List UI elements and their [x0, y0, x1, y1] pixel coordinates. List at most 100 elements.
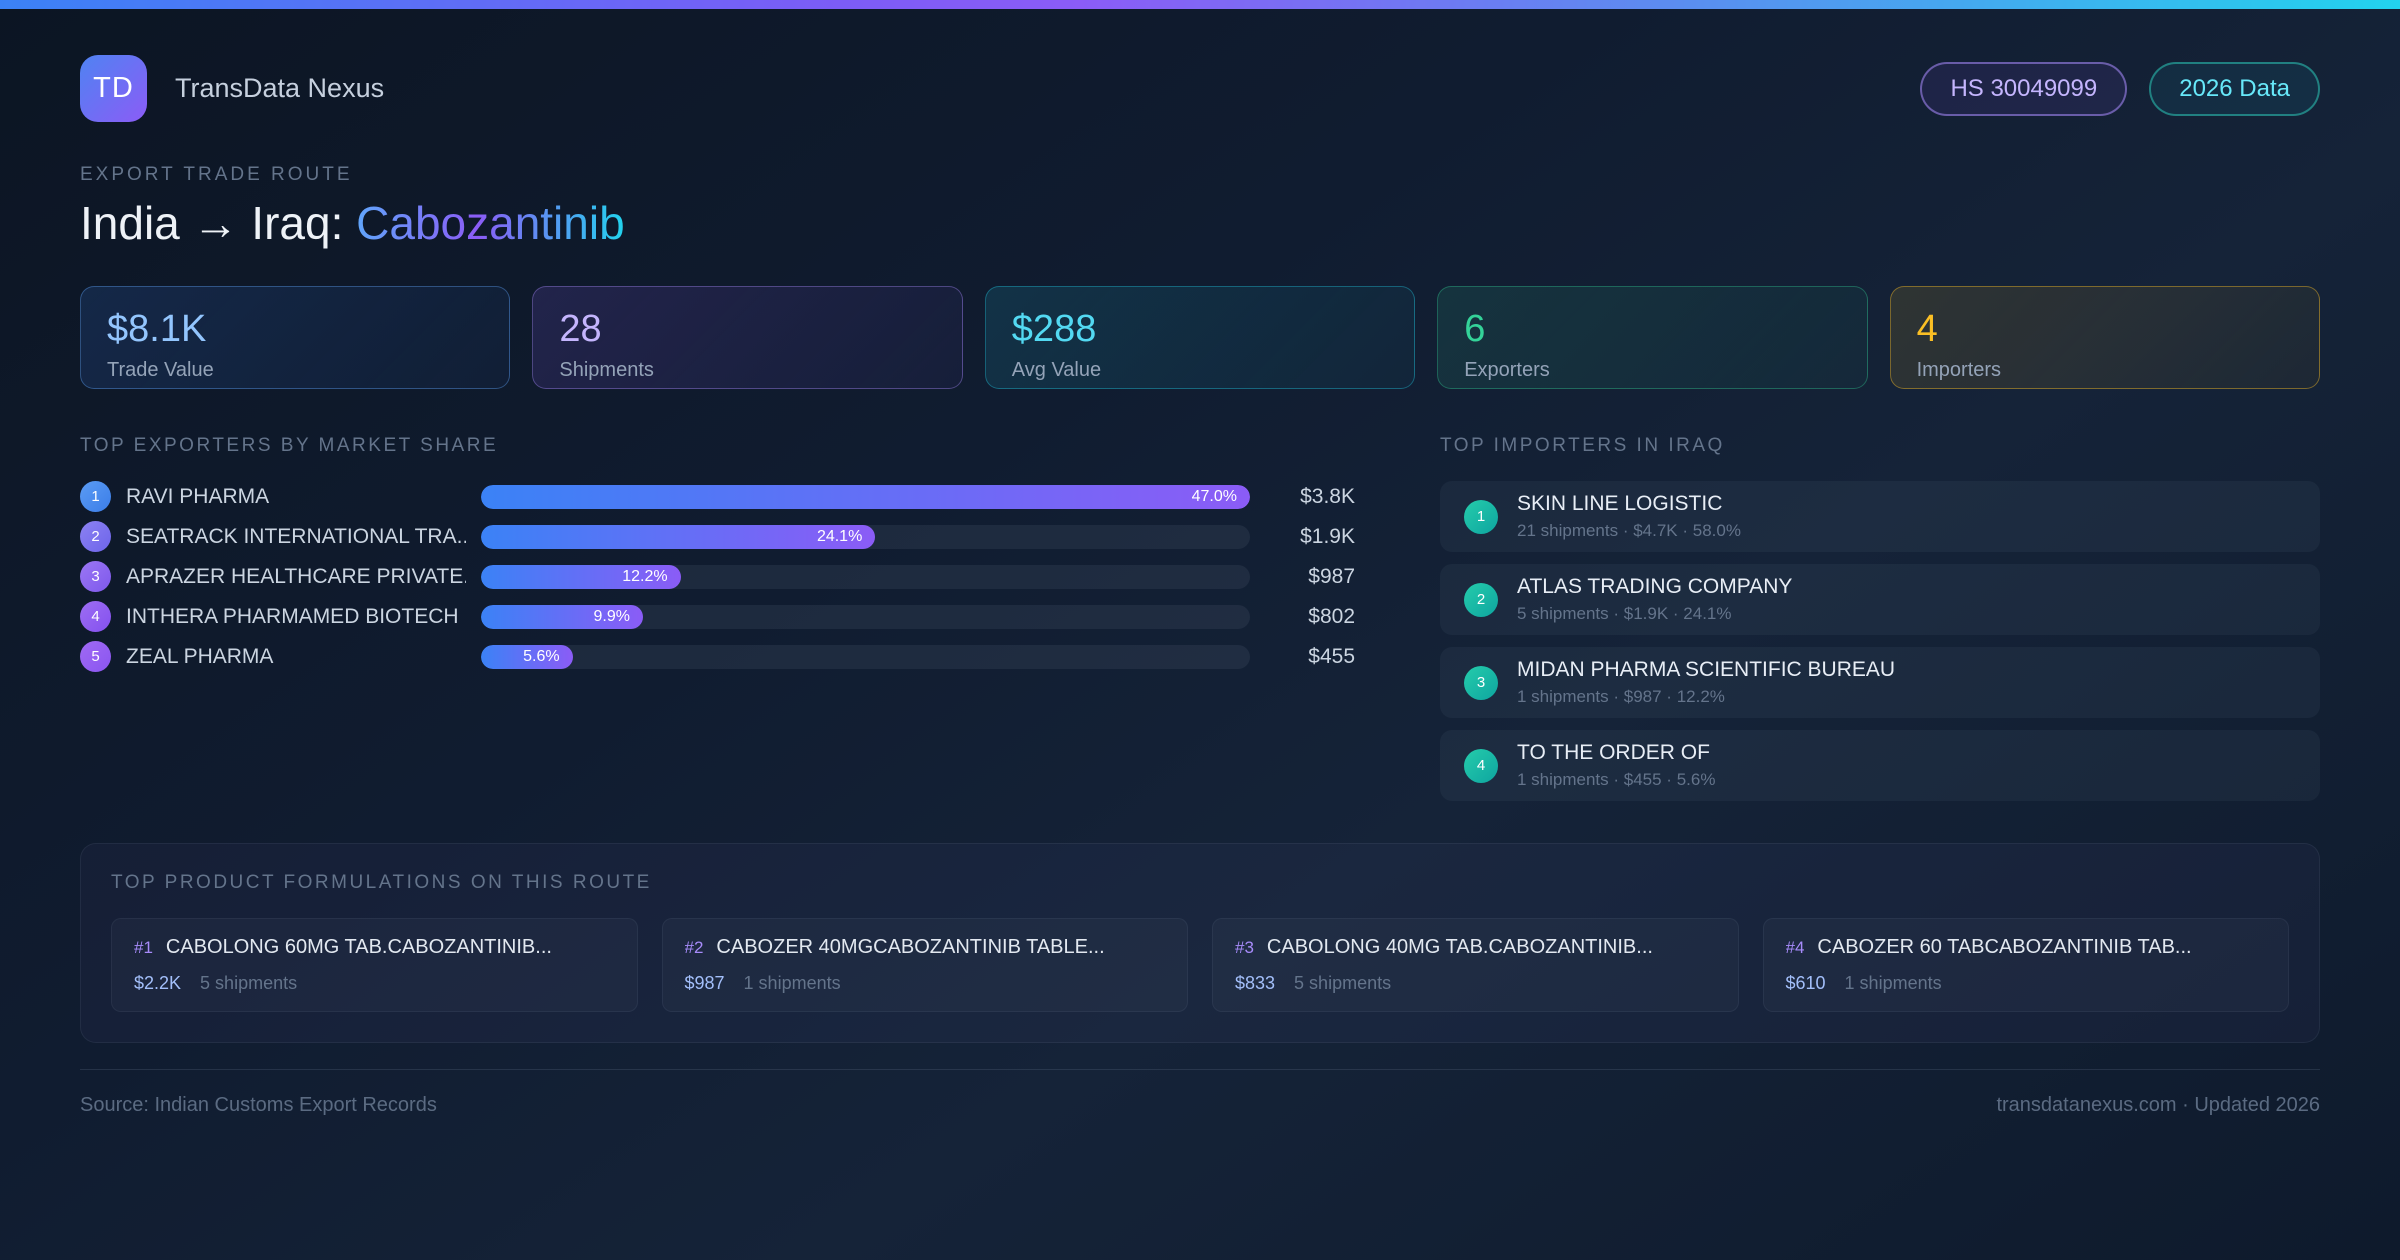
stat-card-trade-value: $8.1K Trade Value	[80, 286, 511, 389]
footer-source: Source: Indian Customs Export Records	[80, 1094, 437, 1116]
product-name: CABOLONG 60MG TAB.CABOZANTINIB...	[165, 936, 552, 958]
stat-card-shipments: 28 Shipments	[532, 286, 963, 389]
footer-site: transdatanexus.com · Updated 2026	[1996, 1094, 2320, 1116]
exporter-value: $1.9K	[1300, 524, 1355, 548]
rank-badge: 1	[80, 481, 111, 512]
rank-badge: 1	[1464, 499, 1498, 534]
page-title-route: India → Iraq:	[80, 197, 357, 249]
importer-details: 21 shipments · $4.7K · 58.0%	[1517, 521, 1741, 540]
importer-card[interactable]: 4 TO THE ORDER OF 1 shipments · $455 · 5…	[1440, 730, 2320, 801]
product-name: CABOZER 40MGCABOZANTINIB TABLE...	[716, 936, 1105, 958]
importer-details: 1 shipments · $455 · 5.6%	[1517, 770, 1716, 789]
rank-badge: 5	[80, 641, 111, 672]
stat-label: Exporters	[1464, 358, 1550, 381]
market-share-bar: 12.2%	[481, 564, 681, 589]
product-shipments: 1 shipments	[1844, 973, 1942, 993]
exporter-row[interactable]: 2 SEATRACK INTERNATIONAL TRA... 24.1% $1…	[80, 521, 1355, 552]
product-name: CABOLONG 40MG TAB.CABOZANTINIB...	[1266, 936, 1653, 958]
exporter-row[interactable]: 3 APRAZER HEALTHCARE PRIVATE... 12.2% $9…	[80, 561, 1355, 592]
exporter-name: APRAZER HEALTHCARE PRIVATE...	[126, 564, 466, 588]
exporter-name: INTHERA PHARMAMED BIOTECH ...	[126, 604, 466, 628]
importer-card[interactable]: 1 SKIN LINE LOGISTIC 21 shipments · $4.7…	[1440, 481, 2320, 552]
top-accent-bar	[0, 0, 2400, 9]
main-columns: TOP EXPORTERS BY MARKET SHARE 1 RAVI PHA…	[80, 435, 2320, 813]
market-share-bar: 9.9%	[481, 604, 643, 629]
exporters-section-title: TOP EXPORTERS BY MARKET SHARE	[80, 435, 499, 456]
product-rank: #2	[684, 938, 704, 957]
exporter-value: $3.8K	[1300, 484, 1355, 508]
stat-value: $8.1K	[107, 308, 207, 350]
eyebrow-label: EXPORT TRADE ROUTE	[80, 164, 353, 185]
product-shipments: 1 shipments	[743, 973, 841, 993]
product-rank: #1	[134, 938, 153, 957]
brand-logo[interactable]: TD	[80, 55, 147, 122]
importers-section: TOP IMPORTERS IN IRAQ 1 SKIN LINE LOGIST…	[1440, 435, 2320, 813]
importer-details: 5 shipments · $1.9K · 24.1%	[1517, 604, 1732, 623]
importer-name: MIDAN PHARMA SCIENTIFIC BUREAU	[1517, 658, 1896, 681]
rank-badge: 4	[1464, 748, 1498, 783]
exporter-name: ZEAL PHARMA	[126, 644, 274, 668]
importer-card[interactable]: 2 ATLAS TRADING COMPANY 5 shipments · $1…	[1440, 564, 2320, 635]
product-value: $610	[1785, 973, 1826, 993]
market-share-bar-track: 47.0%	[481, 484, 1250, 509]
products-section-title: TOP PRODUCT FORMULATIONS ON THIS ROUTE	[111, 872, 652, 893]
importer-name: TO THE ORDER OF	[1517, 741, 1710, 764]
product-shipments: 5 shipments	[200, 973, 298, 993]
exporter-name: RAVI PHARMA	[126, 484, 270, 508]
rank-badge: 4	[80, 601, 111, 632]
exporter-row[interactable]: 1 RAVI PHARMA 47.0% $3.8K	[80, 481, 1355, 512]
product-name: CABOZER 60 TABCABOZANTINIB TAB...	[1817, 936, 2192, 958]
product-card[interactable]: #1 CABOLONG 60MG TAB.CABOZANTINIB... $2.…	[111, 918, 638, 1012]
exporters-section: TOP EXPORTERS BY MARKET SHARE 1 RAVI PHA…	[80, 435, 1355, 813]
rank-badge: 2	[1464, 582, 1498, 617]
exporter-name: SEATRACK INTERNATIONAL TRA...	[126, 524, 466, 548]
rank-badge: 3	[1464, 665, 1498, 700]
product-card[interactable]: #4 CABOZER 60 TABCABOZANTINIB TAB... $61…	[1762, 918, 2289, 1012]
market-share-bar-track: 12.2%	[481, 564, 1250, 589]
exporter-value: $802	[1308, 604, 1355, 628]
product-rank: #3	[1235, 938, 1254, 957]
importer-name: ATLAS TRADING COMPANY	[1517, 575, 1793, 598]
stat-card-importers: 4 Importers	[1889, 286, 2320, 389]
exporters-bar-chart: 1 RAVI PHARMA 47.0% $3.8K 2 SEATRACK INT…	[80, 481, 1355, 672]
stat-label: Trade Value	[107, 358, 214, 381]
stats-row: $8.1K Trade Value 28 Shipments $288 Avg …	[80, 286, 2320, 389]
stat-value: 6	[1464, 308, 1486, 350]
product-shipments: 5 shipments	[1294, 973, 1392, 993]
product-value: $2.2K	[134, 973, 182, 993]
header: TD TransData Nexus HS 30049099 2026 Data	[80, 55, 2320, 122]
importer-name: SKIN LINE LOGISTIC	[1517, 492, 1723, 515]
hs-code-chip[interactable]: HS 30049099	[1920, 61, 2128, 116]
exporter-value: $987	[1308, 564, 1355, 588]
stat-label: Shipments	[559, 358, 654, 381]
stat-card-avg-value: $288 Avg Value	[984, 286, 1416, 389]
stat-value: 28	[559, 308, 602, 350]
footer: Source: Indian Customs Export Records tr…	[80, 1069, 2320, 1117]
product-rank: #4	[1785, 938, 1805, 957]
stat-card-exporters: 6 Exporters	[1437, 286, 1868, 389]
product-card[interactable]: #3 CABOLONG 40MG TAB.CABOZANTINIB... $83…	[1212, 918, 1739, 1012]
stat-label: Importers	[1916, 358, 2002, 381]
market-share-bar-track: 9.9%	[481, 604, 1250, 629]
importer-card[interactable]: 3 MIDAN PHARMA SCIENTIFIC BUREAU 1 shipm…	[1440, 647, 2320, 718]
importers-section-title: TOP IMPORTERS IN IRAQ	[1440, 435, 1725, 456]
products-panel: TOP PRODUCT FORMULATIONS ON THIS ROUTE #…	[80, 843, 2320, 1043]
exporter-row[interactable]: 5 ZEAL PHARMA 5.6% $455	[80, 641, 1355, 672]
year-data-chip[interactable]: 2026 Data	[2149, 61, 2320, 116]
exporter-row[interactable]: 4 INTHERA PHARMAMED BIOTECH ... 9.9% $80…	[80, 601, 1355, 632]
product-card[interactable]: #2 CABOZER 40MGCABOZANTINIB TABLE... $98…	[661, 918, 1188, 1012]
importers-list: 1 SKIN LINE LOGISTIC 21 shipments · $4.7…	[1440, 481, 2320, 801]
page-title-product: Cabozantinib	[356, 197, 625, 249]
page-title: India → Iraq: Cabozantinib	[80, 196, 2320, 250]
exporter-value: $455	[1308, 644, 1355, 668]
stat-value: 4	[1916, 308, 1938, 350]
stat-value: $288	[1011, 308, 1097, 350]
market-share-bar: 5.6%	[481, 644, 573, 669]
market-share-bar: 47.0%	[481, 484, 1250, 509]
product-value: $987	[684, 973, 725, 993]
stat-label: Avg Value	[1011, 358, 1102, 381]
market-share-bar-track: 24.1%	[481, 524, 1250, 549]
rank-badge: 3	[80, 561, 111, 592]
market-share-bar: 24.1%	[481, 524, 876, 549]
product-value: $833	[1235, 973, 1276, 993]
